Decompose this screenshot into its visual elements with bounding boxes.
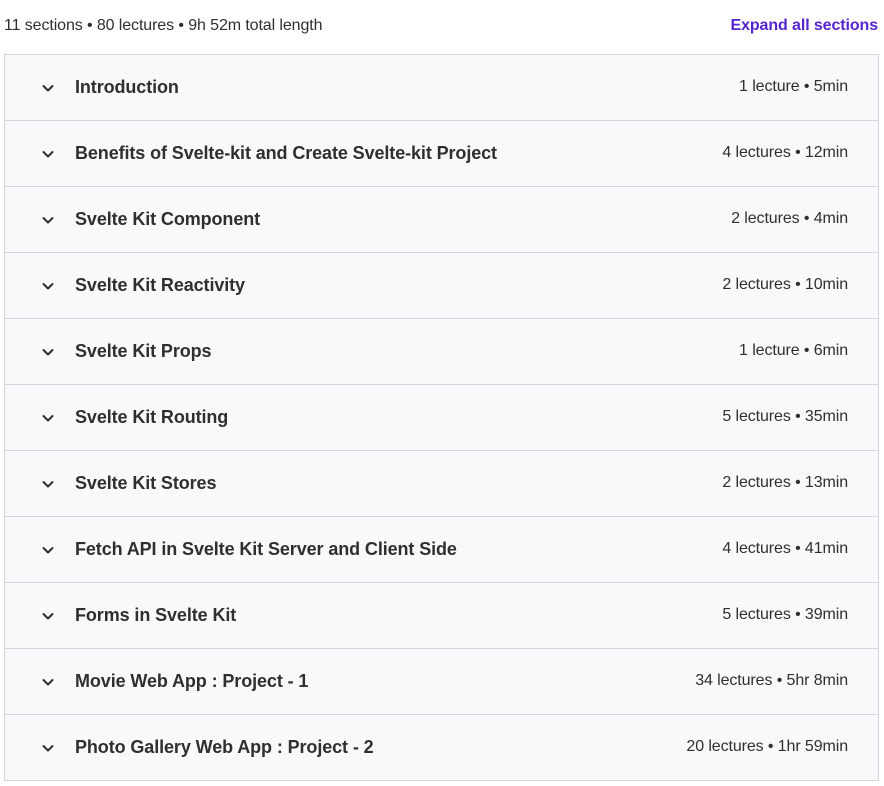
chevron-down-icon[interactable] [40,410,56,426]
section-header-fetch-api[interactable]: Fetch API in Svelte Kit Server and Clien… [5,517,878,583]
section-header-props[interactable]: Svelte Kit Props 1 lecture • 6min [5,319,878,385]
section-header-stores[interactable]: Svelte Kit Stores 2 lectures • 13min [5,451,878,517]
section-header-introduction[interactable]: Introduction 1 lecture • 5min [5,55,878,121]
section-title: Movie Web App : Project - 1 [75,671,309,691]
section-title: Fetch API in Svelte Kit Server and Clien… [75,539,457,559]
curriculum-summary-bar: 11 sections • 80 lectures • 9h 52m total… [0,0,884,54]
chevron-down-icon[interactable] [40,212,56,228]
chevron-down-icon[interactable] [40,344,56,360]
section-header-benefits[interactable]: Benefits of Svelte-kit and Create Svelte… [5,121,878,187]
section-meta: 5 lectures • 39min [722,606,848,623]
section-meta: 2 lectures • 10min [722,276,848,293]
section-title: Photo Gallery Web App : Project - 2 [75,737,374,757]
section-header-reactivity[interactable]: Svelte Kit Reactivity 2 lectures • 10min [5,253,878,319]
section-header-component[interactable]: Svelte Kit Component 2 lectures • 4min [5,187,878,253]
section-header-forms[interactable]: Forms in Svelte Kit 5 lectures • 39min [5,583,878,649]
section-meta: 1 lecture • 5min [739,78,848,95]
section-meta: 4 lectures • 12min [722,144,848,161]
section-meta: 1 lecture • 6min [739,342,848,359]
section-title: Forms in Svelte Kit [75,605,237,625]
section-header-photo-gallery-web-app[interactable]: Photo Gallery Web App : Project - 2 20 l… [5,715,878,780]
section-meta: 34 lectures • 5hr 8min [695,672,848,689]
section-title: Svelte Kit Stores [75,473,217,493]
section-title: Svelte Kit Props [75,341,212,361]
chevron-down-icon[interactable] [40,740,56,756]
chevron-down-icon[interactable] [40,608,56,624]
section-meta: 20 lectures • 1hr 59min [686,738,848,755]
chevron-down-icon[interactable] [40,278,56,294]
section-meta: 2 lectures • 13min [722,474,848,491]
section-meta: 5 lectures • 35min [722,408,848,425]
section-title: Introduction [75,77,179,97]
chevron-down-icon[interactable] [40,542,56,558]
course-content-summary: 11 sections • 80 lectures • 9h 52m total… [4,17,323,34]
section-header-routing[interactable]: Svelte Kit Routing 5 lectures • 35min [5,385,878,451]
section-meta: 4 lectures • 41min [722,540,848,557]
chevron-down-icon[interactable] [40,476,56,492]
section-title: Svelte Kit Reactivity [75,275,245,295]
curriculum-sections-list: Introduction 1 lecture • 5min Benefits o… [4,54,879,781]
chevron-down-icon[interactable] [40,674,56,690]
chevron-down-icon[interactable] [40,80,56,96]
expand-all-sections-button[interactable]: Expand all sections [731,17,879,35]
section-title: Svelte Kit Routing [75,407,229,427]
section-title: Benefits of Svelte-kit and Create Svelte… [75,143,497,163]
section-title: Svelte Kit Component [75,209,261,229]
section-header-movie-web-app[interactable]: Movie Web App : Project - 1 34 lectures … [5,649,878,715]
section-meta: 2 lectures • 4min [731,210,848,227]
chevron-down-icon[interactable] [40,146,56,162]
